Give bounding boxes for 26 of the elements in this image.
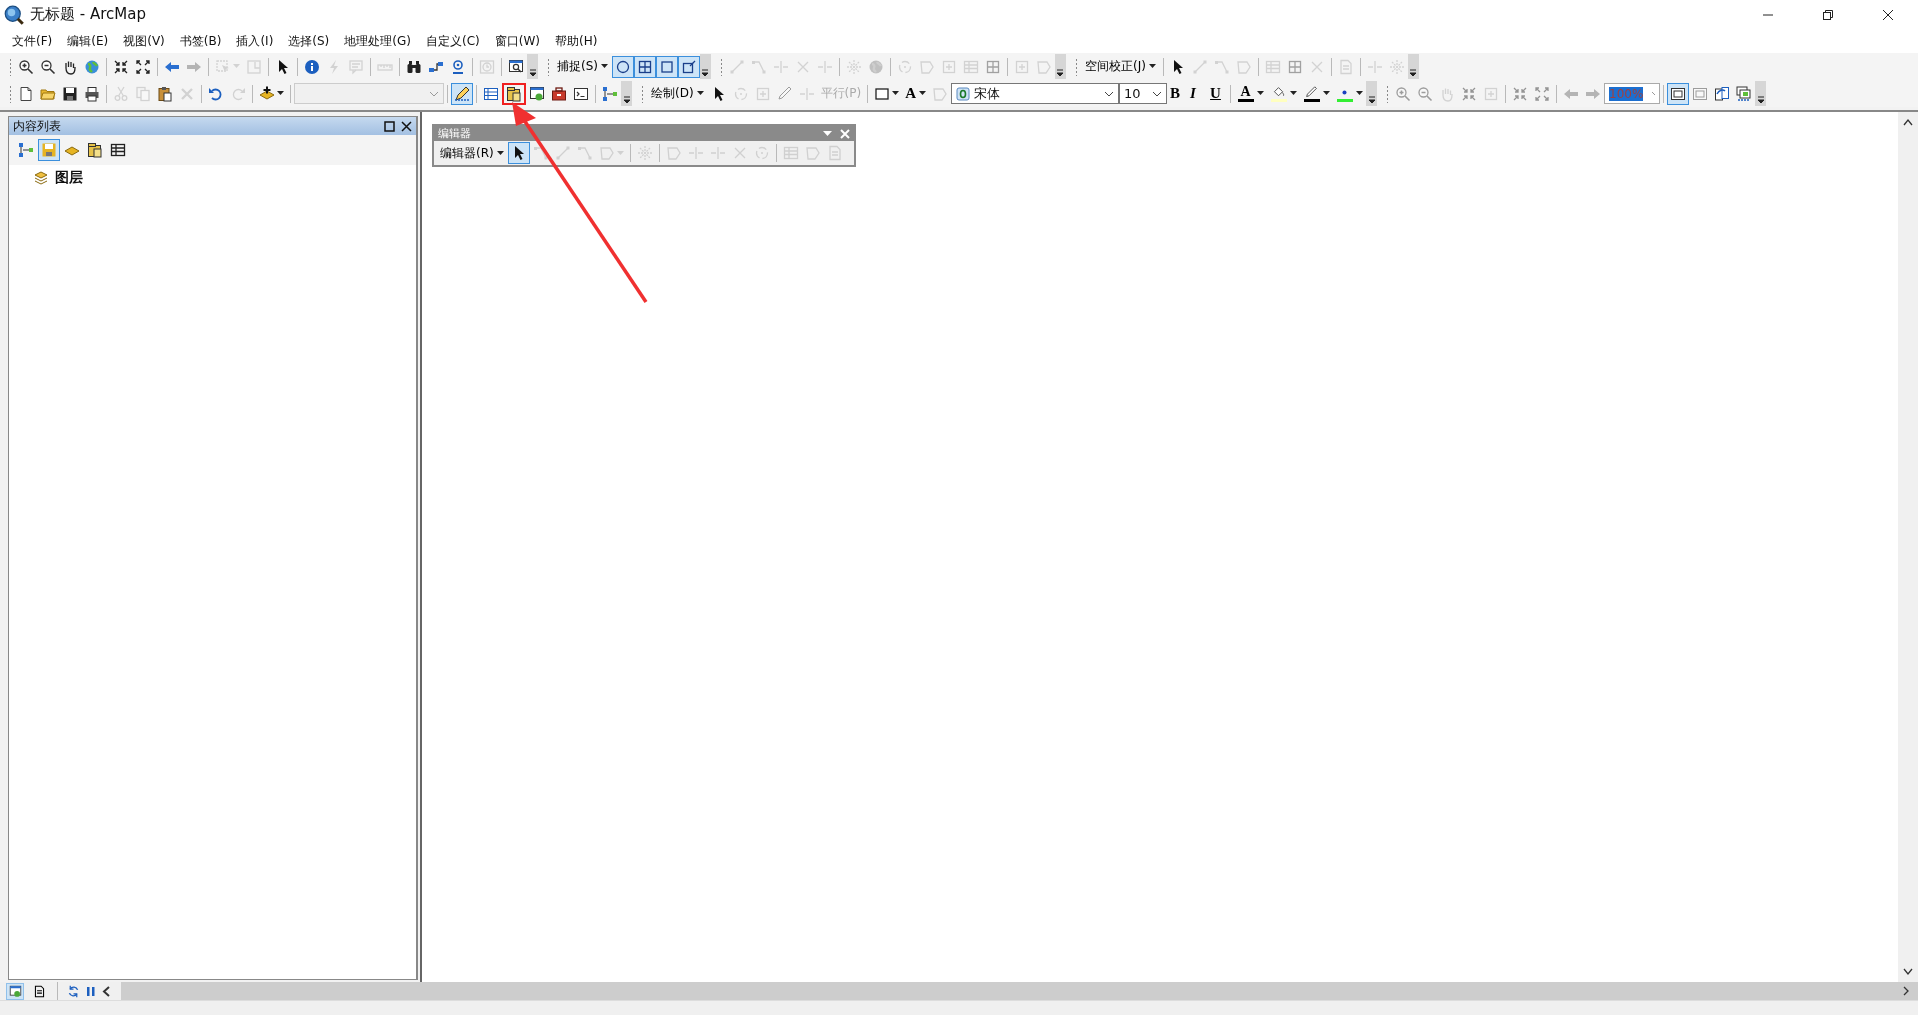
menu-item[interactable]: 书签(B) bbox=[173, 30, 228, 52]
color-picker-button[interactable]: A bbox=[1234, 82, 1268, 105]
text-style-button[interactable]: U bbox=[1207, 82, 1228, 105]
editor-menu[interactable]: 编辑器(R) bbox=[436, 142, 508, 164]
font-size-combo[interactable]: 10 bbox=[1119, 83, 1168, 104]
menu-item[interactable]: 编辑(E) bbox=[61, 30, 115, 52]
text-style-button[interactable]: I bbox=[1187, 82, 1208, 105]
text-style-button[interactable]: A bbox=[902, 82, 930, 105]
menu-item[interactable]: 视图(V) bbox=[117, 30, 171, 52]
window-title: 无标题 - ArcMap bbox=[30, 5, 146, 24]
layer-group-label[interactable]: 图层 bbox=[55, 169, 83, 187]
map-canvas[interactable]: 编辑器 编辑器(R) bbox=[420, 112, 1898, 982]
toolbar-menu[interactable]: 绘制(D) bbox=[647, 82, 708, 105]
menu-item[interactable]: 窗口(W) bbox=[488, 30, 546, 52]
menu-item[interactable]: 文件(F) bbox=[6, 30, 59, 52]
text-style-button[interactable]: B bbox=[1167, 82, 1188, 105]
menu-item[interactable]: 自定义(C) bbox=[419, 30, 486, 52]
menu-item[interactable]: 地理处理(G) bbox=[338, 30, 417, 52]
toolbar-menu[interactable]: 空间校正(J) bbox=[1081, 55, 1160, 78]
font-combo[interactable]: 宋体 bbox=[951, 83, 1120, 104]
menu-item[interactable]: 帮助(H) bbox=[548, 30, 604, 52]
toolbar-title: 编辑器 bbox=[438, 126, 471, 141]
panel-title: 内容列表 bbox=[13, 117, 61, 135]
menu-item[interactable]: 选择(S) bbox=[282, 30, 336, 52]
menu-item[interactable]: 插入(I) bbox=[230, 30, 280, 52]
toolbar-menu[interactable]: 捕捉(S) bbox=[553, 55, 612, 78]
